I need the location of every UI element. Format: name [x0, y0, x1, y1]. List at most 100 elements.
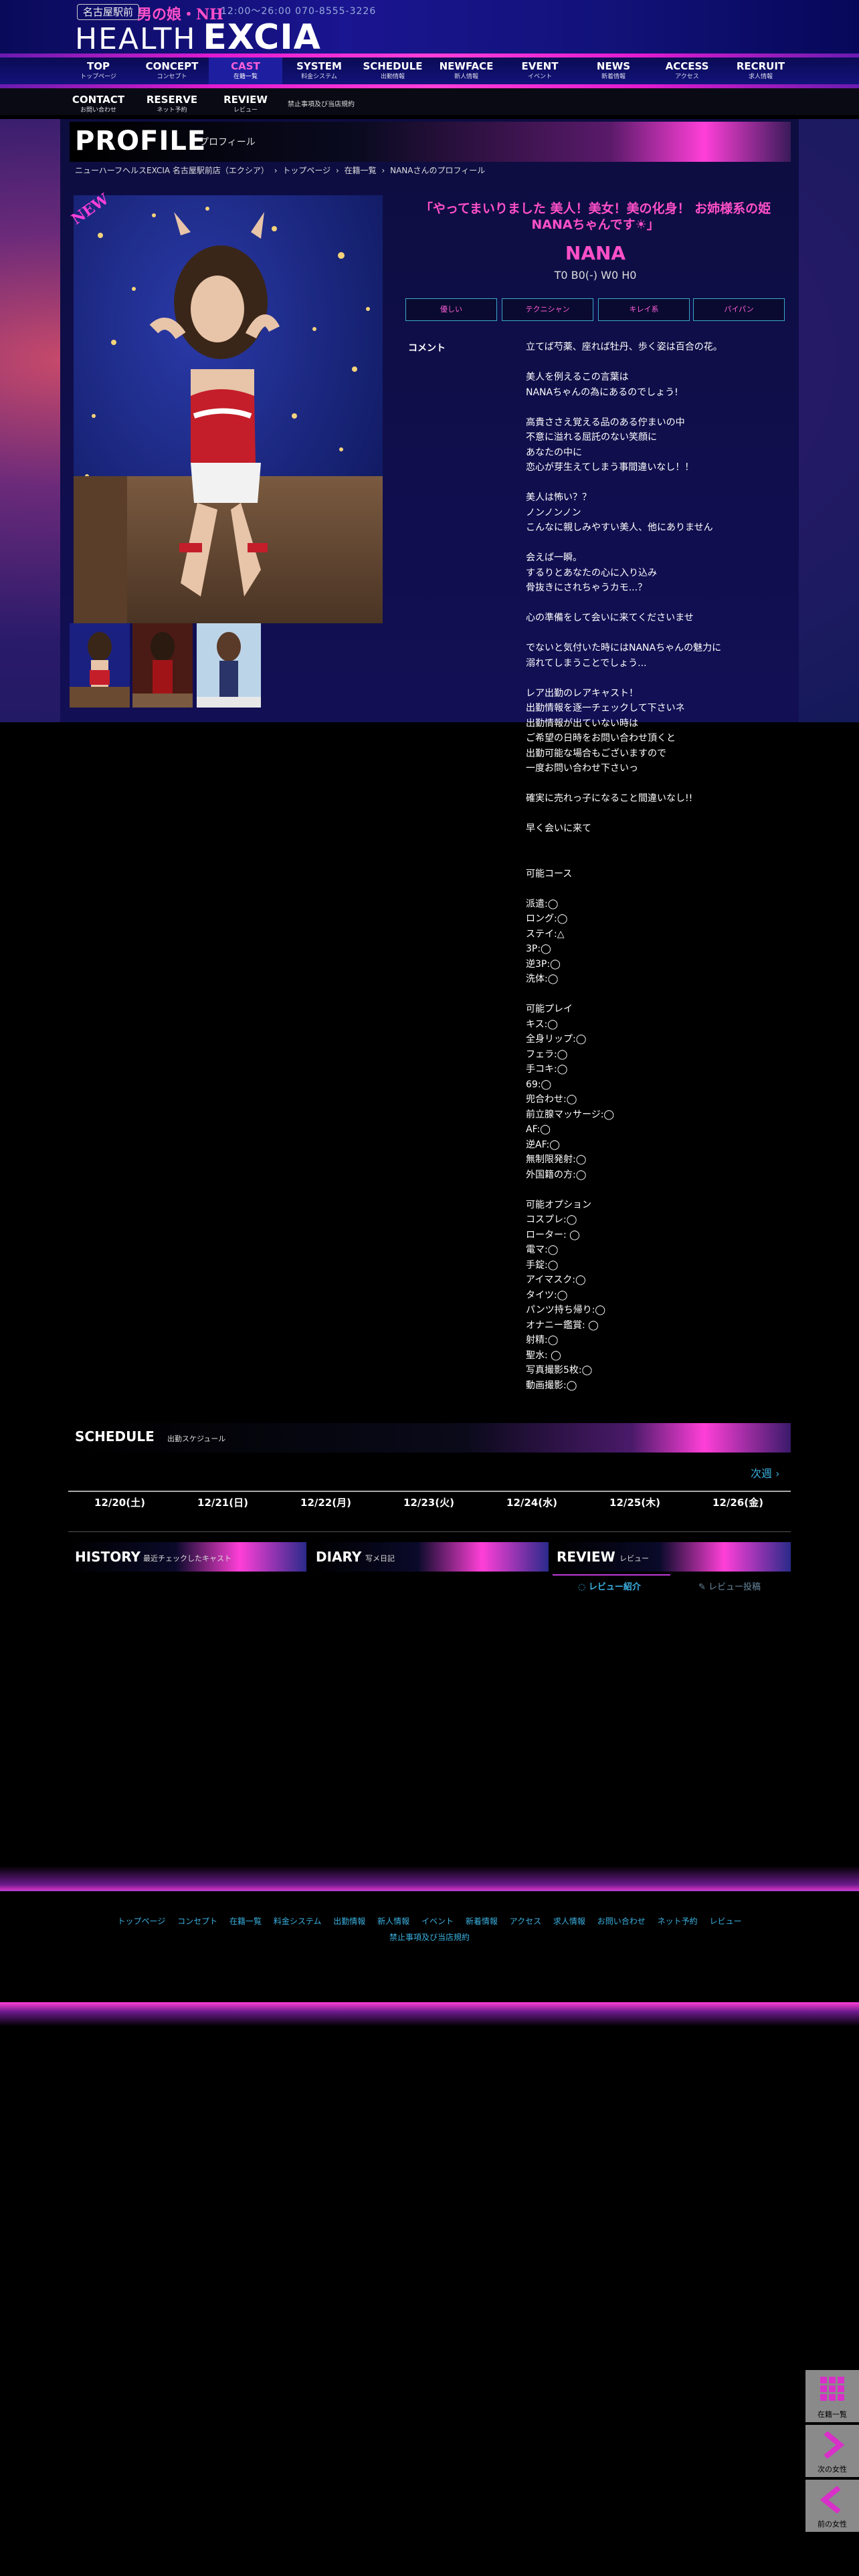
cast-thumbnail-1[interactable] — [70, 623, 130, 708]
nav-top[interactable]: TOP トップページ — [62, 58, 135, 84]
nav-label: CONCEPT — [145, 60, 199, 72]
comment-line: 恋心が芽生えてしまう事間違いなし！！ — [526, 462, 694, 473]
nav-rules-link[interactable]: 禁止事項及び当店規約 — [288, 98, 355, 108]
comment-line: フェラ:◯ — [526, 1049, 568, 1060]
comment-line — [526, 1182, 787, 1198]
nav-concept[interactable]: CONCEPT コンセプト — [135, 58, 209, 84]
site-footer — [0, 1890, 859, 2004]
nav-contact[interactable]: CONTACT お問い合わせ — [62, 91, 135, 118]
nav-system[interactable]: SYSTEM 料金システム — [282, 58, 356, 84]
cast-list-button[interactable]: 在籍一覧 — [805, 2370, 859, 2422]
comment-line: 可能プレイ — [526, 1004, 573, 1014]
footer-link[interactable]: 求人情報 — [553, 1917, 585, 1926]
footer-link[interactable]: トップページ — [118, 1917, 166, 1926]
footer-link[interactable]: アクセス — [510, 1917, 541, 1926]
review-intro-label: レビュー紹介 — [588, 1582, 641, 1592]
footer-rules-link[interactable]: 禁止事項及び当店規約 — [0, 1931, 859, 1943]
nav-sublabel: トップページ — [80, 74, 116, 80]
next-week-link[interactable]: 次週 › — [751, 1465, 780, 1481]
cast-thumbnail-3[interactable] — [197, 623, 261, 708]
comment-line: 手コキ:◯ — [526, 1064, 568, 1075]
comment-line: 骨抜きにされちゃうカモ...？ — [526, 582, 648, 593]
comment-line: 一度お問い合わせ下さいっ — [526, 763, 638, 774]
nav-reserve[interactable]: RESERVE ネット予約 — [135, 91, 209, 118]
comment-line: 外国籍の方:◯ — [526, 1169, 587, 1180]
comment-line: コスプレ:◯ — [526, 1214, 577, 1225]
nav-schedule[interactable]: SCHEDULE 出勤情報 — [356, 58, 430, 84]
footer-link[interactable]: コンセプト — [177, 1917, 217, 1926]
site-logo[interactable]: HEALTH EXCIA — [75, 20, 321, 56]
comment-line: でないと気付いた時にはNANAちゃんの魅力に — [526, 643, 722, 653]
comment-line: 前立腺マッサージ:◯ — [526, 1109, 615, 1120]
comment-line — [526, 776, 787, 792]
comment-line — [526, 837, 787, 852]
comment-line — [526, 807, 787, 822]
comment-line: 無制限発射:◯ — [526, 1154, 587, 1165]
comment-line: 派遣:◯ — [526, 898, 559, 909]
footer-link[interactable]: 料金システム — [274, 1917, 322, 1926]
comment-line: 会えば一瞬。 — [526, 552, 582, 563]
breadcrumb-shop[interactable]: ニューハーフヘルスEXCIA 名古屋駅前店（エクシア） — [75, 166, 269, 175]
nav-label: CAST — [231, 60, 260, 72]
footer-link[interactable]: 新人情報 — [377, 1917, 409, 1926]
nav-review[interactable]: REVIEW レビュー — [209, 91, 282, 118]
comment-line: 美人は怖い？？ — [526, 492, 591, 503]
comment-line: 聖水: ◯ — [526, 1350, 561, 1361]
chevron-right-icon: › — [775, 1467, 780, 1480]
comment-line — [526, 400, 787, 415]
comment-line: 早く会いに来て — [526, 823, 591, 834]
review-post-tab[interactable]: ✎ レビュー投稿 — [698, 1580, 761, 1592]
prev-cast-button[interactable]: 前の女性 — [805, 2480, 859, 2532]
footer-link[interactable]: 新着情報 — [466, 1917, 498, 1926]
history-title: HISTORY — [75, 1549, 141, 1565]
cast-tag: パイパン — [693, 298, 785, 321]
footer-link[interactable]: 出勤情報 — [333, 1917, 365, 1926]
nav-sublabel: アクセス — [675, 74, 699, 80]
profile-title-jp: プロフィール — [199, 137, 256, 148]
footer-link[interactable]: ネット予約 — [658, 1917, 698, 1926]
cast-main-photo[interactable] — [74, 195, 383, 623]
footer-link[interactable]: イベント — [421, 1917, 454, 1926]
review-intro-tab[interactable]: ◌ レビュー紹介 — [578, 1580, 641, 1592]
comment-line: NANAちゃんの為にあるのでしょう! — [526, 387, 678, 398]
comment-line: 心の準備をして会いに来てくださいませ — [526, 613, 694, 623]
footer-link[interactable]: レビュー — [709, 1917, 741, 1926]
nav-news[interactable]: NEWS 新着情報 — [577, 58, 650, 84]
comment-line: オナニー鑑賞: ◯ — [526, 1319, 599, 1331]
schedule-day: 12/26(金) — [712, 1497, 763, 1509]
edit-icon: ✎ — [698, 1582, 706, 1592]
footer-glow — [0, 1866, 859, 1893]
comment-line: 手錠:◯ — [526, 1259, 559, 1271]
comment-icon: ◌ — [578, 1582, 586, 1592]
breadcrumb-cast[interactable]: 在籍一覧 — [345, 166, 377, 175]
comment-line: あなたの中に — [526, 447, 582, 458]
nav-label: REVIEW — [223, 94, 268, 106]
comment-line: 出勤情報を逐一チェックして下さいネ — [526, 703, 685, 714]
schedule-title-jp: 出勤スケジュール — [167, 1434, 226, 1443]
nav-recruit[interactable]: RECRUIT 求人情報 — [724, 58, 797, 84]
breadcrumb-top[interactable]: トップページ — [282, 166, 330, 175]
area-tag: 名古屋駅前 — [77, 4, 140, 20]
breadcrumb: ニューハーフヘルスEXCIA 名古屋駅前店（エクシア） › トップページ › 在… — [75, 165, 488, 176]
comment-line: 全身リップ:◯ — [526, 1034, 587, 1045]
next-week-label: 次週 — [751, 1467, 773, 1480]
schedule-divider-bottom — [68, 1531, 791, 1532]
nav-sublabel: レビュー — [233, 107, 258, 114]
cast-thumbnail-2[interactable] — [132, 623, 193, 708]
footer-link[interactable]: 在籍一覧 — [229, 1917, 262, 1926]
comment-line: 69:◯ — [526, 1079, 552, 1090]
nav-access[interactable]: ACCESS アクセス — [650, 58, 724, 84]
schedule-title: SCHEDULE — [75, 1428, 155, 1444]
review-tab-underline — [553, 1574, 670, 1576]
diary-title-jp: 写メ日記 — [365, 1554, 395, 1563]
comment-line — [526, 626, 787, 641]
comment-line: アイマスク:◯ — [526, 1275, 586, 1285]
footer-glow-bottom — [0, 2002, 859, 2026]
nav-event[interactable]: EVENT イベント — [503, 58, 577, 84]
footer-link[interactable]: お問い合わせ — [597, 1917, 646, 1926]
profile-title: PROFILE — [75, 126, 207, 156]
next-cast-button[interactable]: 次の女性 — [805, 2425, 859, 2477]
nav-cast[interactable]: CAST 在籍一覧 — [209, 58, 282, 84]
nav-newface[interactable]: NEWFACE 新人情報 — [430, 58, 503, 84]
comment-line: こんなに親しみやすい美人、他にありません — [526, 522, 713, 533]
